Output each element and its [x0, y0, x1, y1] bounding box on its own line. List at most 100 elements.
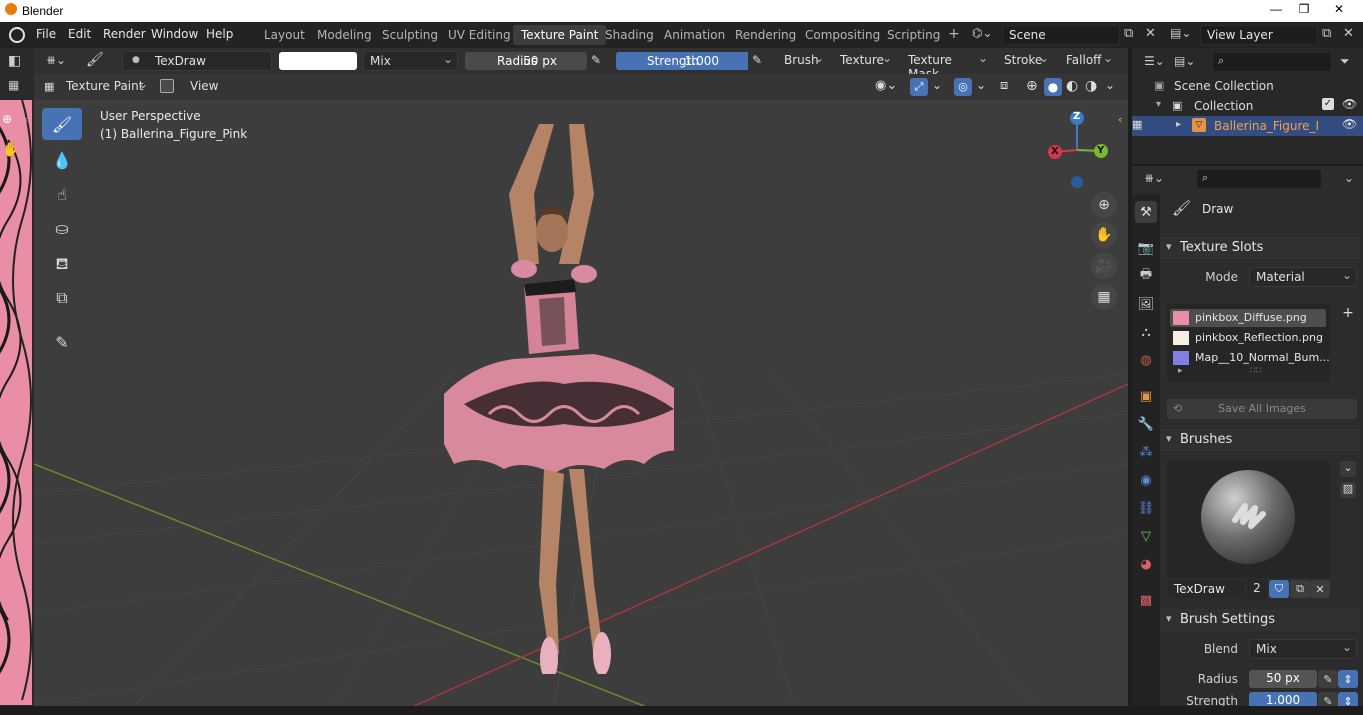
tab-rendering[interactable]: Rendering: [727, 25, 804, 45]
collection-checkbox[interactable]: ✓: [1322, 98, 1334, 110]
visibility-icon[interactable]: ◉⌄: [875, 78, 897, 93]
rendered-shading-icon[interactable]: ◑: [1085, 78, 1097, 94]
menu-window[interactable]: Window: [151, 27, 198, 41]
radius-unit-icon[interactable]: ⇕: [1338, 670, 1358, 688]
physics-tab-icon[interactable]: ◉: [1135, 469, 1157, 491]
object-visibility-icon[interactable]: 👁: [1342, 117, 1357, 131]
unlink-brush-icon[interactable]: ✕: [1310, 580, 1330, 598]
smear-tool-icon[interactable]: ☝: [42, 178, 82, 210]
brushes-header[interactable]: Brushes: [1160, 429, 1360, 451]
close-button[interactable]: ✕: [1325, 0, 1353, 18]
minimize-button[interactable]: —: [1262, 0, 1290, 18]
texture-tab-icon[interactable]: ▩: [1135, 589, 1157, 611]
brush-menu[interactable]: Brush: [778, 51, 828, 71]
add-slot-button[interactable]: +: [1340, 305, 1356, 321]
zoom-icon[interactable]: ⊕: [1091, 192, 1117, 218]
ballerina-figure[interactable]: [394, 114, 674, 674]
camera-view-icon[interactable]: 🎥: [1091, 253, 1117, 279]
brush-icon[interactable]: 🖌: [86, 52, 104, 68]
view-layer-icon[interactable]: ▤⌄: [1170, 26, 1198, 44]
tool-tab-icon[interactable]: ⚒: [1135, 201, 1157, 223]
blender-menu-icon[interactable]: [9, 27, 25, 43]
fake-user-shield-icon[interactable]: ⛉: [1269, 580, 1289, 598]
mode-dropdown[interactable]: Texture Paint: [60, 77, 152, 97]
new-view-layer-icon[interactable]: ⧉: [1322, 26, 1331, 41]
wireframe-shading-icon[interactable]: ⊕: [1026, 78, 1038, 94]
stroke-menu[interactable]: Stroke: [998, 51, 1053, 71]
texture-mask-menu[interactable]: Texture Mask: [902, 51, 992, 81]
brush-image-icon[interactable]: ▨: [1340, 482, 1356, 498]
filter-icon[interactable]: ⏷: [1340, 54, 1350, 69]
radius-pressure-icon[interactable]: ✎: [591, 53, 601, 67]
mode-dropdown-props[interactable]: Material: [1249, 267, 1357, 287]
mask-tool-icon[interactable]: ⧉: [42, 282, 82, 314]
brush-users-count[interactable]: 2: [1247, 579, 1267, 599]
tab-uv-editing[interactable]: UV Editing: [440, 25, 519, 45]
render-tab-icon[interactable]: 📷: [1135, 237, 1157, 259]
collection-label[interactable]: Collection: [1194, 99, 1253, 113]
scene-collection-label[interactable]: Scene Collection: [1174, 79, 1274, 93]
list-resize-handle[interactable]: ∷∷: [1250, 366, 1261, 376]
tab-animation[interactable]: Animation: [656, 25, 733, 45]
save-all-images-button[interactable]: Save All Images: [1167, 399, 1357, 419]
menu-render[interactable]: Render: [103, 27, 146, 41]
color-swatch[interactable]: [279, 52, 357, 70]
xray-icon[interactable]: ⧈: [1000, 78, 1008, 93]
properties-editor-icon[interactable]: ⧻⌄: [1144, 171, 1164, 185]
view-layer-field[interactable]: View Layer: [1200, 25, 1318, 45]
texture-slot-item[interactable]: pinkbox_Diffuse.png: [1170, 309, 1326, 327]
overlay-toggle-icon[interactable]: ◎: [954, 78, 972, 96]
data-tab-icon[interactable]: ▽: [1135, 525, 1157, 547]
particles-tab-icon[interactable]: ⁂: [1135, 441, 1157, 463]
scene-tab-icon[interactable]: ⛬: [1135, 321, 1157, 343]
strength-pressure-icon[interactable]: ✎: [752, 53, 762, 67]
radius-slider[interactable]: Radius 50 px: [465, 52, 587, 70]
material-shading-icon[interactable]: ◐: [1066, 78, 1078, 94]
strength-slider[interactable]: Strength 1.000: [616, 52, 748, 70]
tool-options-icon[interactable]: ⧻⌄: [46, 53, 66, 67]
sidebar-toggle-icon[interactable]: ‹: [1118, 113, 1122, 126]
zoom-in-icon[interactable]: ⊕: [2, 112, 12, 126]
material-tab-icon[interactable]: ◕: [1135, 553, 1157, 575]
radius-pressure-props-icon[interactable]: ✎: [1318, 670, 1338, 688]
scene-name-field[interactable]: Scene: [1002, 25, 1120, 45]
world-tab-icon[interactable]: ◍: [1135, 349, 1157, 371]
add-workspace-button[interactable]: +: [940, 23, 968, 43]
brush-settings-header[interactable]: Brush Settings: [1160, 609, 1360, 631]
pan-hand-icon[interactable]: ✋: [1091, 222, 1117, 248]
delete-view-layer-icon[interactable]: ✕: [1343, 26, 1354, 41]
texture-slot-item[interactable]: Map__10_Normal_Bum...: [1170, 349, 1330, 367]
list-expand-icon[interactable]: ▸: [1178, 366, 1183, 376]
tab-scripting[interactable]: Scripting: [879, 25, 948, 45]
left-sidebar-toggle-icon[interactable]: ‹: [24, 113, 28, 126]
object-label[interactable]: Ballerina_Figure_Pink: [1214, 119, 1318, 133]
hand-pan-icon[interactable]: ✋: [2, 142, 19, 158]
properties-search-input[interactable]: [1196, 169, 1322, 189]
collection-expand-icon[interactable]: ▾: [1156, 99, 1161, 110]
texture-slots-header[interactable]: Texture Slots: [1160, 237, 1360, 259]
falloff-menu[interactable]: Falloff: [1060, 51, 1117, 71]
ortho-grid-icon[interactable]: ▦: [1091, 284, 1117, 310]
tab-layout[interactable]: Layout: [256, 25, 313, 45]
tab-texture-paint[interactable]: Texture Paint: [513, 25, 607, 45]
soften-tool-icon[interactable]: 💧: [42, 144, 82, 176]
3d-viewport[interactable]: [34, 74, 1128, 706]
object-tab-icon[interactable]: ▣: [1135, 385, 1157, 407]
shading-menu-icon[interactable]: ⌄: [1105, 78, 1115, 92]
radius-slider-props[interactable]: 50 px: [1249, 670, 1317, 688]
object-expand-icon[interactable]: ▸: [1176, 119, 1181, 130]
overlay-menu-icon[interactable]: ⌄: [976, 78, 986, 92]
mask-toggle-icon[interactable]: [160, 79, 174, 93]
annotate-tool-icon[interactable]: ✎: [42, 326, 82, 358]
menu-help[interactable]: Help: [206, 27, 233, 41]
tab-sculpting[interactable]: Sculpting: [374, 25, 446, 45]
outliner-search-input[interactable]: [1212, 52, 1332, 72]
brush-preview[interactable]: [1167, 460, 1330, 578]
fill-tool-icon[interactable]: ⛾: [42, 248, 82, 280]
gizmo-toggle-icon[interactable]: ⤢: [910, 78, 928, 96]
checker-icon[interactable]: ▦: [8, 78, 19, 92]
solid-shading-icon[interactable]: ●: [1044, 78, 1062, 96]
tab-modeling[interactable]: Modeling: [309, 25, 380, 45]
tab-compositing[interactable]: Compositing: [797, 25, 888, 45]
delete-scene-icon[interactable]: ✕: [1145, 26, 1156, 41]
